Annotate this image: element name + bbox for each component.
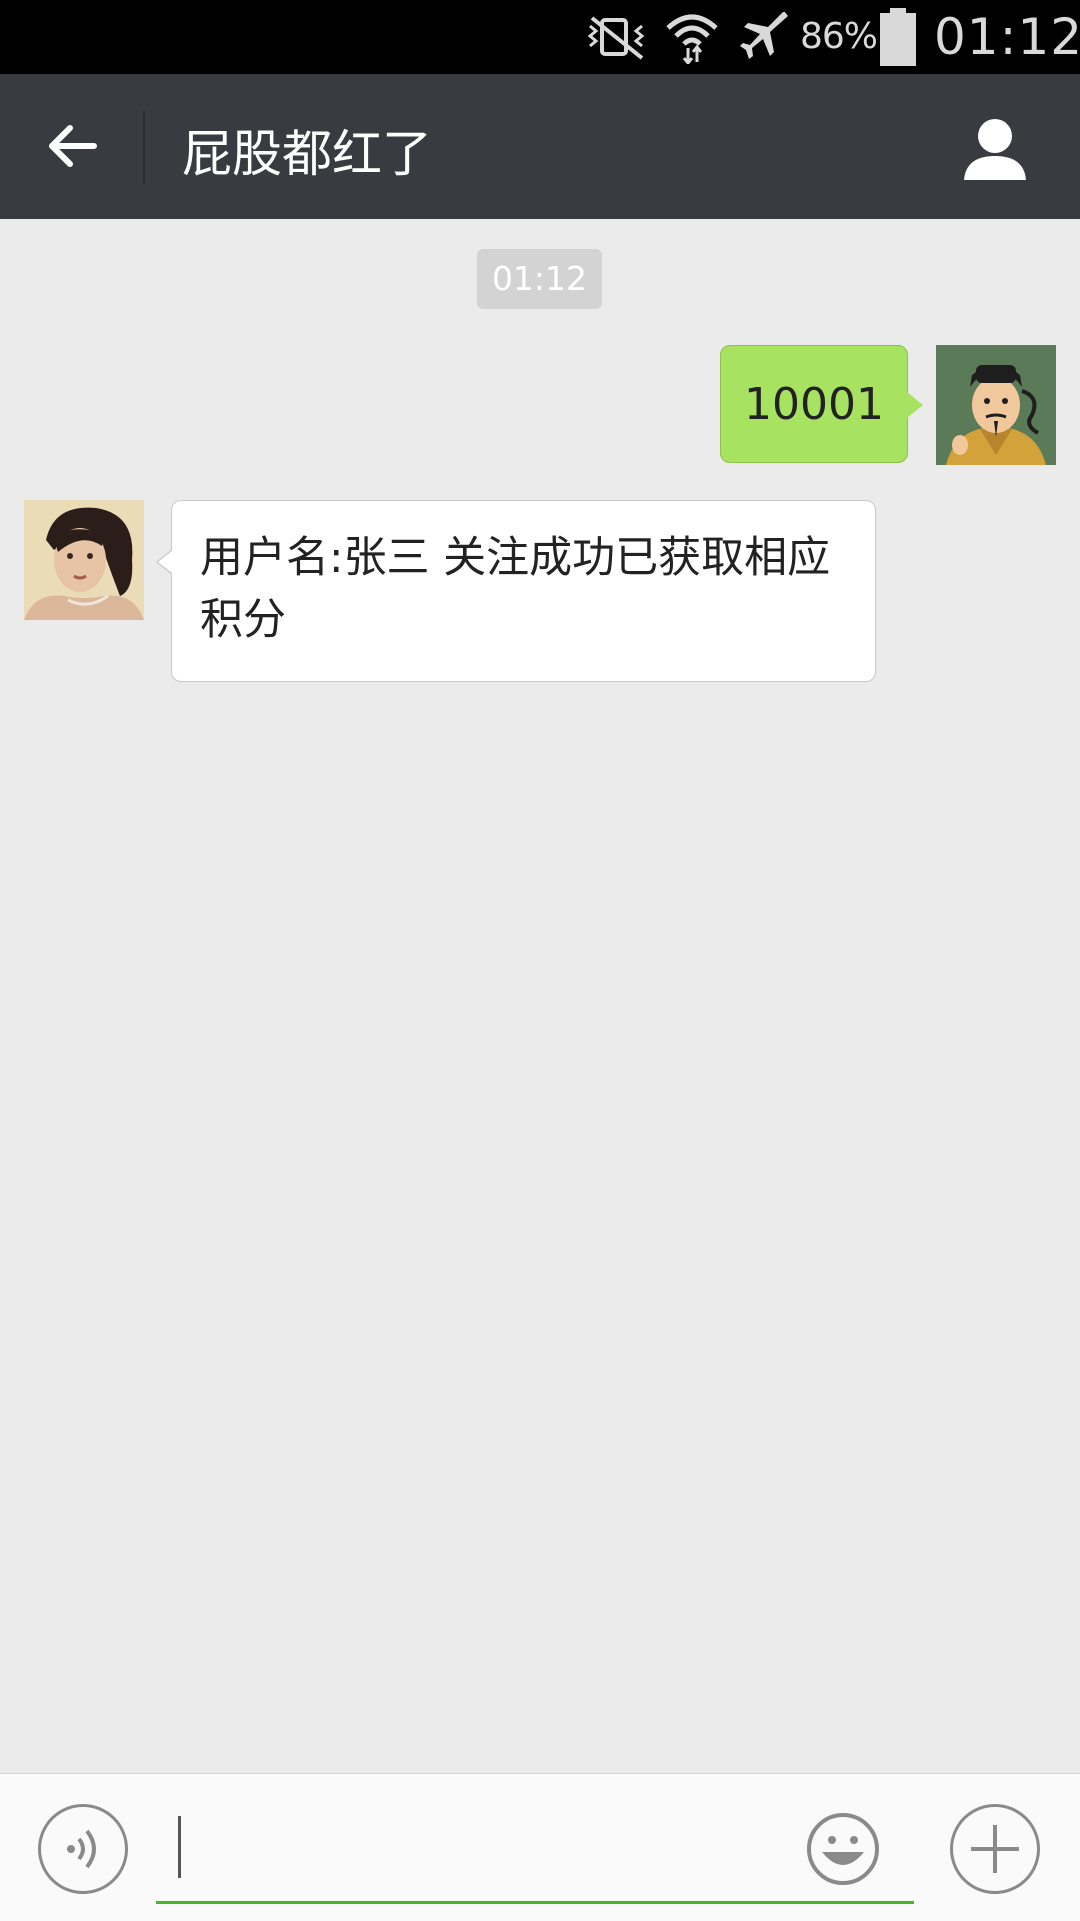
battery-percent: 86% — [800, 16, 878, 57]
emoji-icon[interactable] — [806, 1812, 880, 1886]
outgoing-message-bubble[interactable]: 10001 — [720, 345, 923, 463]
contact-profile-icon[interactable] — [960, 114, 1030, 184]
status-clock: 01:12 — [934, 8, 1080, 66]
contact-avatar[interactable] — [24, 500, 144, 620]
my-avatar[interactable] — [936, 345, 1056, 465]
chat-input-bar — [0, 1773, 1080, 1921]
airplane-mode-icon — [740, 12, 788, 59]
voice-input-icon — [67, 1829, 96, 1869]
chat-header: 屁股都红了 — [0, 74, 1080, 219]
more-plus-icon — [971, 1825, 1019, 1873]
battery-icon — [880, 8, 916, 66]
wifi-icon — [666, 14, 718, 64]
vibrate-mute-icon — [587, 16, 645, 60]
incoming-message-bubble[interactable]: 用户名:张三 关注成功已获取相应积分 — [156, 500, 876, 682]
more-plus-button[interactable] — [950, 1804, 1040, 1894]
status-bar: 86% 01:12 — [0, 0, 1080, 74]
chat-title: 屁股都红了 — [182, 125, 432, 183]
voice-input-button[interactable] — [38, 1804, 128, 1894]
header-divider — [143, 110, 145, 184]
text-caret — [178, 1816, 181, 1878]
chat-timestamp: 01:12 — [477, 249, 602, 309]
back-arrow-icon[interactable] — [44, 118, 100, 174]
message-input[interactable] — [156, 1804, 914, 1904]
